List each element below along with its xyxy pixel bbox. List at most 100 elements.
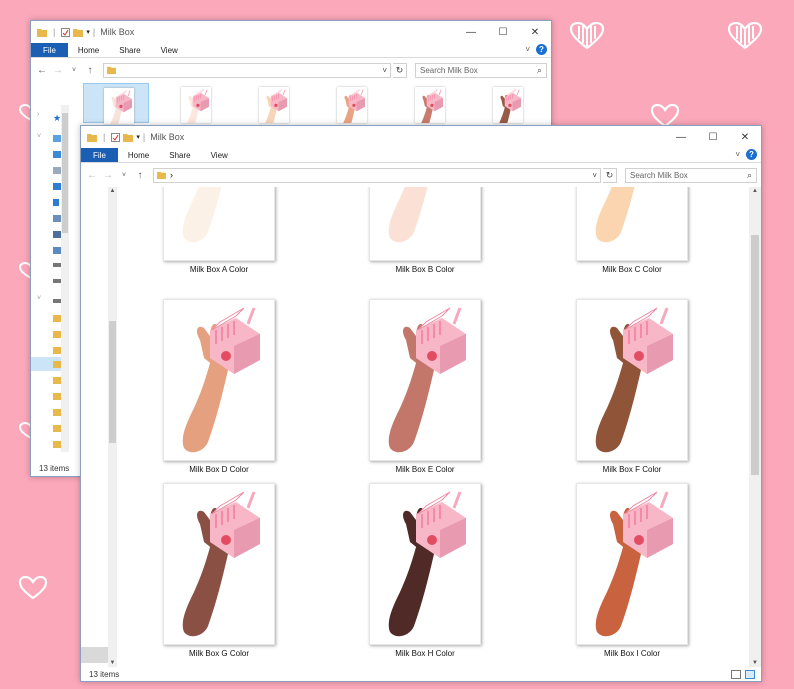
customize-qat-icon[interactable]: ▾: [86, 28, 90, 36]
refresh-button[interactable]: ↻: [393, 62, 407, 78]
minimize-button[interactable]: —: [455, 21, 487, 43]
desktop-icon[interactable]: [53, 151, 61, 158]
scroll-thumb[interactable]: [109, 321, 116, 443]
file-tile[interactable]: Milk Box B Color: [369, 187, 481, 274]
file-thumbnail[interactable]: [369, 299, 481, 461]
scroll-down-icon[interactable]: ▼: [108, 660, 117, 666]
explorer-window-front[interactable]: | ▾ | Milk Box — ☐ ✕ File Home Share Vie…: [80, 125, 762, 682]
file-thumbnail[interactable]: [104, 88, 134, 124]
pictures-icon[interactable]: [53, 215, 61, 222]
close-button[interactable]: ✕: [519, 21, 551, 43]
file-tile[interactable]: Milk Box A Color: [163, 187, 275, 274]
chevron-down-icon[interactable]: ˅: [735, 150, 740, 159]
file-thumbnail[interactable]: [337, 87, 367, 123]
search-input[interactable]: Search Milk Box ⌕: [415, 62, 547, 78]
new-folder-icon[interactable]: [73, 28, 84, 37]
breadcrumb-separator[interactable]: ›: [170, 170, 173, 180]
file-tile[interactable]: Milk Box G Color: [163, 483, 275, 658]
chevron-down-icon[interactable]: ˅: [37, 295, 41, 302]
file-thumbnail[interactable]: [163, 299, 275, 461]
folder-icon[interactable]: [53, 361, 61, 368]
folder-icon[interactable]: [53, 377, 61, 384]
drive-icon[interactable]: [53, 263, 61, 267]
scroll-down-icon[interactable]: ▼: [749, 660, 761, 666]
up-arrow-icon[interactable]: ↑: [133, 170, 147, 181]
file-thumbnail[interactable]: [369, 187, 481, 261]
address-field[interactable]: ˅: [103, 62, 391, 78]
folder-icon[interactable]: [53, 347, 61, 354]
file-thumbnail[interactable]: [576, 187, 688, 261]
help-icon[interactable]: ?: [746, 149, 757, 160]
maximize-button[interactable]: ☐: [487, 21, 519, 43]
refresh-button[interactable]: ↻: [603, 167, 617, 183]
drive-icon[interactable]: [53, 299, 61, 303]
downloads-icon[interactable]: [53, 183, 61, 190]
navigation-pane[interactable]: ▲ ▼: [81, 187, 117, 667]
folder-icon[interactable]: [53, 393, 61, 400]
tab-share[interactable]: Share: [159, 148, 200, 162]
file-tile[interactable]: Milk Box F Color: [576, 299, 688, 474]
scroll-thumb[interactable]: [751, 235, 759, 475]
up-arrow-icon[interactable]: ↑: [83, 65, 97, 76]
chevron-down-icon[interactable]: ˅: [525, 45, 530, 54]
file-thumbnail[interactable]: [576, 299, 688, 461]
file-tile[interactable]: Milk Box C Color: [576, 187, 688, 274]
maximize-button[interactable]: ☐: [697, 126, 729, 148]
scroll-up-icon[interactable]: ▲: [108, 188, 117, 194]
file-tile[interactable]: [83, 83, 149, 124]
chevron-down-icon[interactable]: ˅: [37, 133, 41, 140]
music-icon[interactable]: [53, 199, 59, 206]
customize-qat-icon[interactable]: ▾: [136, 133, 140, 141]
properties-icon[interactable]: [61, 27, 71, 37]
file-tile[interactable]: Milk Box H Color: [369, 483, 481, 658]
recent-locations-icon[interactable]: ˅: [117, 172, 131, 179]
star-icon[interactable]: ★: [53, 113, 61, 124]
file-thumbnail[interactable]: [415, 87, 445, 123]
videos-icon[interactable]: [53, 231, 61, 238]
title-bar[interactable]: | ▾ | Milk Box — ☐ ✕: [81, 126, 761, 148]
new-folder-icon[interactable]: [123, 133, 134, 142]
file-tile[interactable]: Milk Box D Color: [163, 299, 275, 474]
nav-scrollbar[interactable]: ▲ ▼: [108, 187, 117, 667]
properties-icon[interactable]: [111, 132, 121, 142]
file-thumbnail[interactable]: [576, 483, 688, 645]
folder-icon[interactable]: [53, 331, 61, 338]
search-input[interactable]: Search Milk Box ⌕: [625, 167, 757, 183]
chevron-down-icon[interactable]: ˅: [382, 66, 387, 75]
back-arrow-icon[interactable]: ←: [35, 65, 49, 76]
file-tile[interactable]: [317, 83, 383, 123]
drive-icon[interactable]: [53, 247, 61, 254]
address-field[interactable]: › ˅: [153, 167, 601, 183]
tab-view[interactable]: View: [201, 148, 238, 162]
chevron-right-icon[interactable]: ›: [37, 111, 39, 118]
tab-view[interactable]: View: [151, 43, 188, 57]
file-tile[interactable]: Milk Box I Color: [576, 483, 688, 658]
file-thumbnail[interactable]: [259, 87, 289, 123]
file-thumbnail[interactable]: [163, 187, 275, 261]
recent-locations-icon[interactable]: ˅: [67, 67, 81, 74]
forward-arrow-icon[interactable]: →: [101, 170, 115, 181]
forward-arrow-icon[interactable]: →: [51, 65, 65, 76]
file-tile[interactable]: [473, 83, 539, 123]
nav-scrollbar[interactable]: [61, 105, 69, 452]
tab-home[interactable]: Home: [118, 148, 159, 162]
folder-icon[interactable]: [53, 315, 61, 322]
title-bar[interactable]: | ▾ | Milk Box — ☐ ✕: [31, 21, 551, 43]
chevron-down-icon[interactable]: ˅: [592, 171, 597, 180]
scroll-up-icon[interactable]: ▲: [749, 188, 761, 194]
file-thumbnail[interactable]: [493, 87, 523, 123]
file-tile[interactable]: [161, 83, 227, 123]
selected-nav-item[interactable]: [81, 647, 108, 663]
computer-icon[interactable]: [53, 135, 61, 142]
folder-icon[interactable]: [53, 409, 61, 416]
help-icon[interactable]: ?: [536, 44, 547, 55]
minimize-button[interactable]: —: [665, 126, 697, 148]
large-icons-view-icon[interactable]: [745, 670, 755, 679]
folder-icon[interactable]: [53, 441, 61, 448]
vertical-scrollbar[interactable]: ▲ ▼: [749, 187, 761, 667]
tab-home[interactable]: Home: [68, 43, 109, 57]
folder-icon[interactable]: [53, 425, 61, 432]
details-view-icon[interactable]: [731, 670, 741, 679]
back-arrow-icon[interactable]: ←: [85, 170, 99, 181]
drive-icon[interactable]: [53, 279, 61, 283]
